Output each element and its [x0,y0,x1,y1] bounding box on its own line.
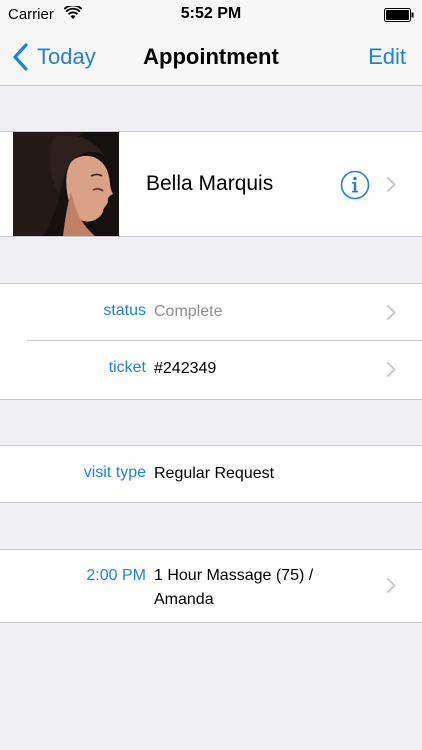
status-value: Complete [154,303,223,320]
chevron-right-icon [386,176,396,193]
visit-type-value: Regular Request [154,465,275,482]
visit-type-row: visit type Regular Request [0,446,422,502]
navigation-bar: Today Appointment Edit [0,30,422,86]
details-group: status Complete ticket #242349 [0,283,422,400]
chevron-right-icon [386,577,396,594]
ticket-label: ticket [108,359,146,376]
edit-button[interactable]: Edit [368,44,406,70]
contact-name: Bella Marquis [146,172,274,195]
visit-type-label: visit type [83,464,146,481]
status-label: status [103,302,146,319]
ticket-value: #242349 [154,360,217,377]
ticket-row[interactable]: ticket #242349 [0,341,422,399]
avatar-portrait [13,132,119,236]
service-time: 2:00 PM [86,567,146,584]
service-row[interactable]: 2:00 PM 1 Hour Massage (75) / Amanda [0,550,422,622]
status-row[interactable]: status Complete [0,284,422,341]
contact-group: Bella Marquis [0,131,422,237]
chevron-right-icon [386,361,396,378]
service-group: 2:00 PM 1 Hour Massage (75) / Amanda [0,549,422,623]
status-bar: Carrier 5:52 PM [0,0,422,30]
avatar [13,132,119,236]
contact-row[interactable]: Bella Marquis [0,132,422,236]
visit-group: visit type Regular Request [0,445,422,503]
page-title: Appointment [143,44,279,69]
status-time: 5:52 PM [180,5,242,22]
info-icon[interactable] [340,170,370,200]
chevron-right-icon [386,304,396,321]
service-line-2: Amanda [154,591,214,608]
service-description: 1 Hour Massage (75) / Amanda [154,564,313,612]
service-line-1: 1 Hour Massage (75) / [154,567,314,584]
battery-icon [384,8,414,22]
